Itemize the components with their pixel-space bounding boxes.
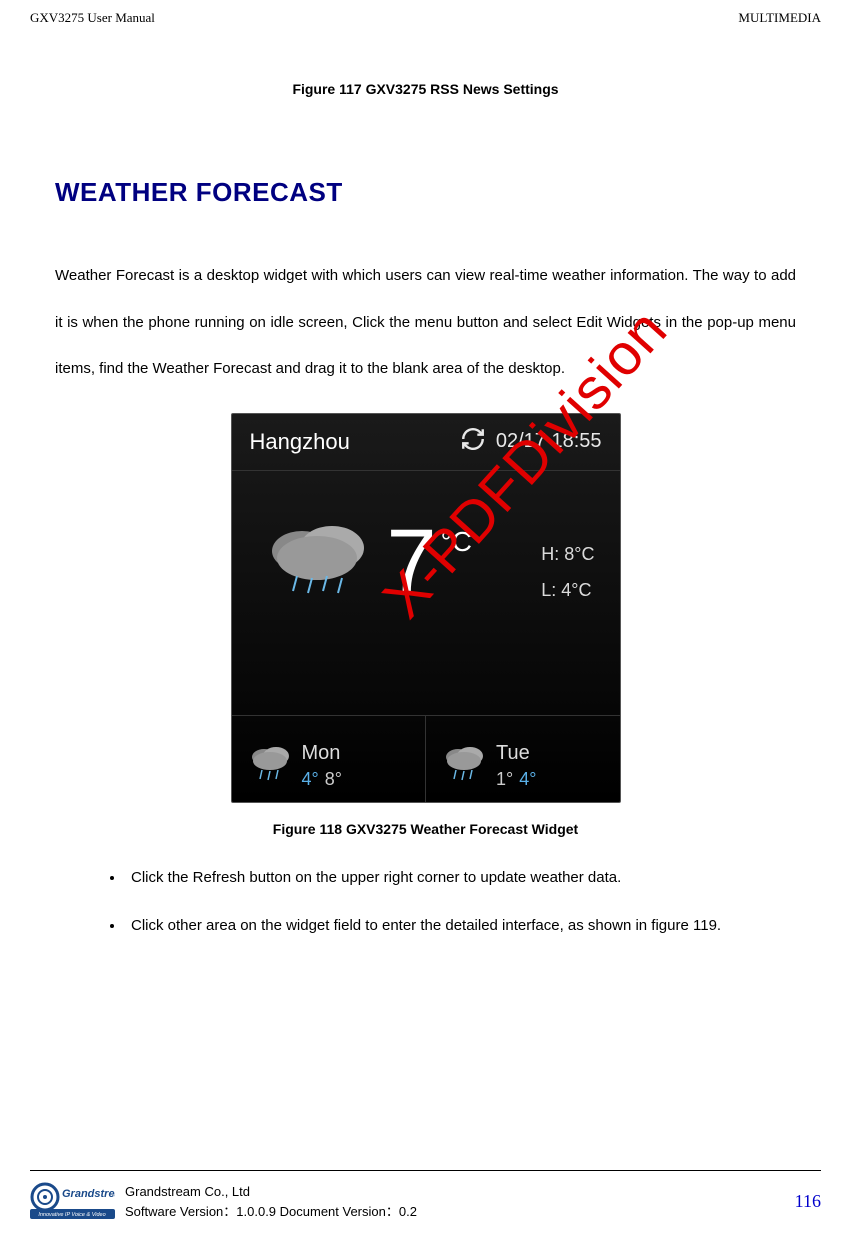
cloud-rain-small-icon <box>244 743 296 788</box>
cloud-rain-small-icon <box>438 743 490 788</box>
widget-hilo: H: 8°C L: 4°C <box>541 536 594 608</box>
lo-label: L: <box>541 580 556 600</box>
list-item: Click other area on the widget field to … <box>125 915 796 938</box>
weather-widget[interactable]: Hangzhou 02/17 18:55 <box>231 413 621 803</box>
widget-city: Hangzhou <box>250 429 350 455</box>
grandstream-logo-icon: Grandstream Innovative IP Voice & Video <box>30 1179 125 1224</box>
section-title: WEATHER FORECAST <box>55 177 796 208</box>
footer-version: Software Version：1.0.0.9 Document Versio… <box>125 1202 795 1222</box>
figure-118-caption: Figure 118 GXV3275 Weather Forecast Widg… <box>55 821 796 837</box>
day-lo: 1° <box>496 769 513 789</box>
refresh-icon[interactable] <box>460 426 486 458</box>
footer-company: Grandstream Co., Ltd <box>125 1182 795 1202</box>
forecast-day-tue: Tue 1° 4° <box>426 716 620 803</box>
svg-text:Grandstream: Grandstream <box>62 1188 115 1200</box>
day-hi: 4° <box>519 769 536 789</box>
widget-datetime: 02/17 18:55 <box>496 430 602 453</box>
lo-value: 4°C <box>561 580 591 600</box>
section-body: Weather Forecast is a desktop widget wit… <box>55 253 796 393</box>
day-hi: 8° <box>325 769 342 789</box>
footer-text: Grandstream Co., Ltd Software Version：1.… <box>125 1182 795 1221</box>
list-item: Click the Refresh button on the upper ri… <box>125 867 796 890</box>
bullet-list: Click the Refresh button on the upper ri… <box>55 867 796 938</box>
page-number: 116 <box>795 1191 821 1212</box>
header-left: GXV3275 User Manual <box>30 10 155 26</box>
hi-label: H: <box>541 544 559 564</box>
day-name: Tue <box>496 739 536 767</box>
weather-widget-header: Hangzhou 02/17 18:55 <box>232 414 620 471</box>
forecast-day-mon: Mon 4° 8° <box>232 716 427 803</box>
figure-117-caption: Figure 117 GXV3275 RSS News Settings <box>55 81 796 97</box>
weather-widget-main[interactable]: 7 °C H: 8°C L: 4°C <box>232 471 620 716</box>
page-header: GXV3275 User Manual MULTIMEDIA <box>30 10 821 31</box>
page-footer: Grandstream Innovative IP Voice & Video … <box>30 1170 821 1224</box>
temp-unit: °C <box>441 526 472 558</box>
temp-value: 7 <box>387 511 437 614</box>
weather-widget-forecast[interactable]: Mon 4° 8° <box>232 716 620 803</box>
widget-temperature: 7 °C <box>387 511 472 614</box>
hi-value: 8°C <box>564 544 594 564</box>
header-right: MULTIMEDIA <box>738 10 821 26</box>
svg-text:Innovative IP Voice & Video: Innovative IP Voice & Video <box>38 1212 105 1218</box>
day-name: Mon <box>302 739 342 767</box>
day-lo: 4° <box>302 769 319 789</box>
